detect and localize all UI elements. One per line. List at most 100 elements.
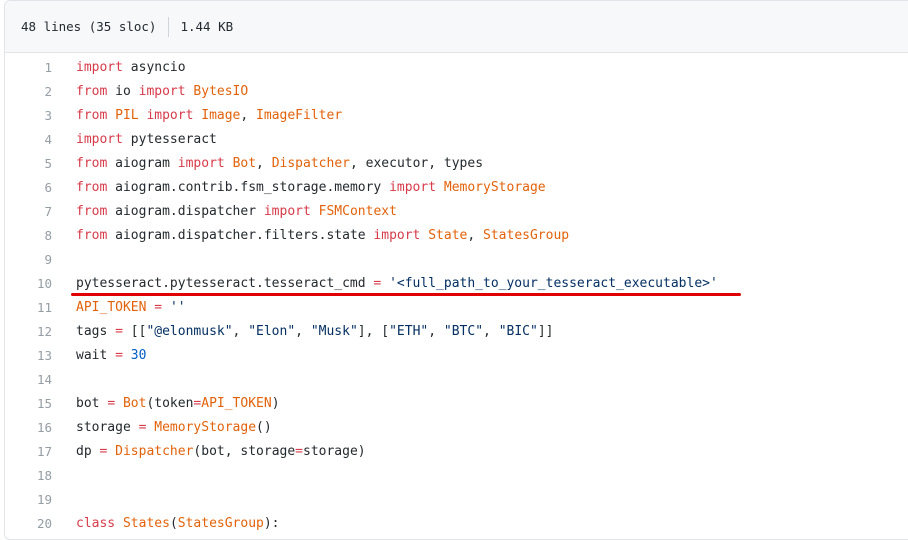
code-token: API_TOKEN <box>201 396 272 411</box>
code-line: 3 from PIL import Image, ImageFilter <box>5 104 908 128</box>
code-token: (bot, storage <box>193 444 296 459</box>
code-token: from <box>76 204 108 219</box>
code-token: from <box>76 156 108 171</box>
line-code: from aiogram.dispatcher import FSMContex… <box>76 200 397 224</box>
code-token: ): <box>263 516 280 531</box>
code-line: 1 import asyncio <box>5 56 908 80</box>
line-code: from aiogram.dispatcher.filters.state im… <box>76 224 569 248</box>
line-number[interactable]: 8 <box>5 224 52 248</box>
code-line: 2 from io import BytesIO <box>5 80 908 104</box>
code-token: FSMContext <box>318 204 397 219</box>
code-line: 15 bot = Bot(token=API_TOKEN) <box>5 392 908 416</box>
code-token: = <box>107 396 116 411</box>
file-lines-count: 48 lines (35 sloc) <box>21 19 157 34</box>
line-code: storage = MemoryStorage() <box>76 416 272 440</box>
line-number[interactable]: 19 <box>5 488 52 512</box>
code-token: (token <box>146 396 194 411</box>
code-token: pytesseract.pytesseract.tesseract_cmd <box>76 276 374 291</box>
line-number[interactable]: 17 <box>5 440 52 464</box>
code-listing: 1 import asyncio 2 from io import BytesIO 3 f… <box>5 56 908 536</box>
file-info-divider <box>168 16 170 37</box>
code-token: asyncio <box>122 60 186 75</box>
code-token: , executor, types <box>349 156 484 171</box>
code-token: "BTC" <box>443 324 484 339</box>
code-token: , <box>232 324 249 339</box>
line-number[interactable]: 7 <box>5 200 52 224</box>
code-token: ]] <box>537 324 554 339</box>
line-number[interactable]: 4 <box>5 128 52 152</box>
code-line: 7 from aiogram.dispatcher import FSMConte… <box>5 200 908 224</box>
line-number[interactable]: 20 <box>5 512 52 536</box>
code-token: = <box>115 348 123 363</box>
code-token: '<full_path_to_your_tesseract_executable… <box>389 276 718 291</box>
line-number[interactable]: 18 <box>5 464 52 488</box>
code-token: BytesIO <box>193 84 249 99</box>
code-token: storage <box>76 420 139 435</box>
code-token: import <box>146 108 194 123</box>
line-number[interactable]: 12 <box>5 320 52 344</box>
code-token: StatesGroup <box>177 516 264 531</box>
code-token: aiogram.dispatcher <box>107 204 264 219</box>
code-token: MemoryStorage <box>443 180 546 195</box>
code-token: from <box>76 108 108 123</box>
code-token: "Elon" <box>248 324 296 339</box>
code-token: dp <box>76 444 100 459</box>
code-line: 16 storage = MemoryStorage() <box>5 416 908 440</box>
line-code: from PIL import Image, ImageFilter <box>76 104 342 128</box>
red-underline-annotation <box>71 293 741 296</box>
code-token: import <box>76 132 123 147</box>
line-number[interactable]: 6 <box>5 176 52 200</box>
file-header: 48 lines (35 sloc) 1.44 KB <box>5 1 908 53</box>
file-size: 1.44 KB <box>180 19 234 34</box>
line-number[interactable]: 14 <box>5 368 52 392</box>
code-token: Bot <box>232 156 257 171</box>
code-token: "BIC" <box>498 324 538 339</box>
line-number[interactable]: 10 <box>5 272 52 296</box>
code-token: StatesGroup <box>483 228 570 243</box>
code-token: , <box>483 324 499 339</box>
code-token: , <box>240 108 257 123</box>
code-token: io <box>107 84 139 99</box>
code-token: from <box>76 84 108 99</box>
code-line: 4 import pytesseract <box>5 128 908 152</box>
code-token: State <box>428 228 468 243</box>
code-token: = <box>154 300 163 315</box>
code-token: , <box>428 324 444 339</box>
line-number[interactable]: 16 <box>5 416 52 440</box>
line-number[interactable]: 1 <box>5 56 52 80</box>
code-token: API_TOKEN <box>76 300 147 315</box>
line-number[interactable]: 11 <box>5 296 52 320</box>
code-token: PIL <box>115 108 139 123</box>
line-number[interactable]: 2 <box>5 80 52 104</box>
line-number[interactable]: 15 <box>5 392 52 416</box>
code-token: wait <box>76 348 116 363</box>
code-line: 14 <box>5 368 908 392</box>
code-token: import <box>389 180 437 195</box>
line-code: import pytesseract <box>76 128 217 152</box>
code-token: 30 <box>130 348 147 363</box>
code-token: bot <box>76 396 108 411</box>
code-token: import <box>263 204 311 219</box>
code-token: aiogram.contrib.fsm_storage.memory <box>107 180 390 195</box>
code-token: pytesseract <box>122 132 217 147</box>
line-code: import asyncio <box>76 56 186 80</box>
line-number[interactable]: 9 <box>5 248 52 272</box>
code-token: , <box>467 228 484 243</box>
code-token: ) <box>271 396 280 411</box>
code-token: storage) <box>303 444 366 459</box>
code-token: Dispatcher <box>271 156 350 171</box>
line-number[interactable]: 3 <box>5 104 52 128</box>
code-line: 11 API_TOKEN = '' <box>5 296 908 320</box>
line-number[interactable]: 5 <box>5 152 52 176</box>
code-line: 8 from aiogram.dispatcher.filters.state i… <box>5 224 908 248</box>
line-number[interactable]: 13 <box>5 344 52 368</box>
